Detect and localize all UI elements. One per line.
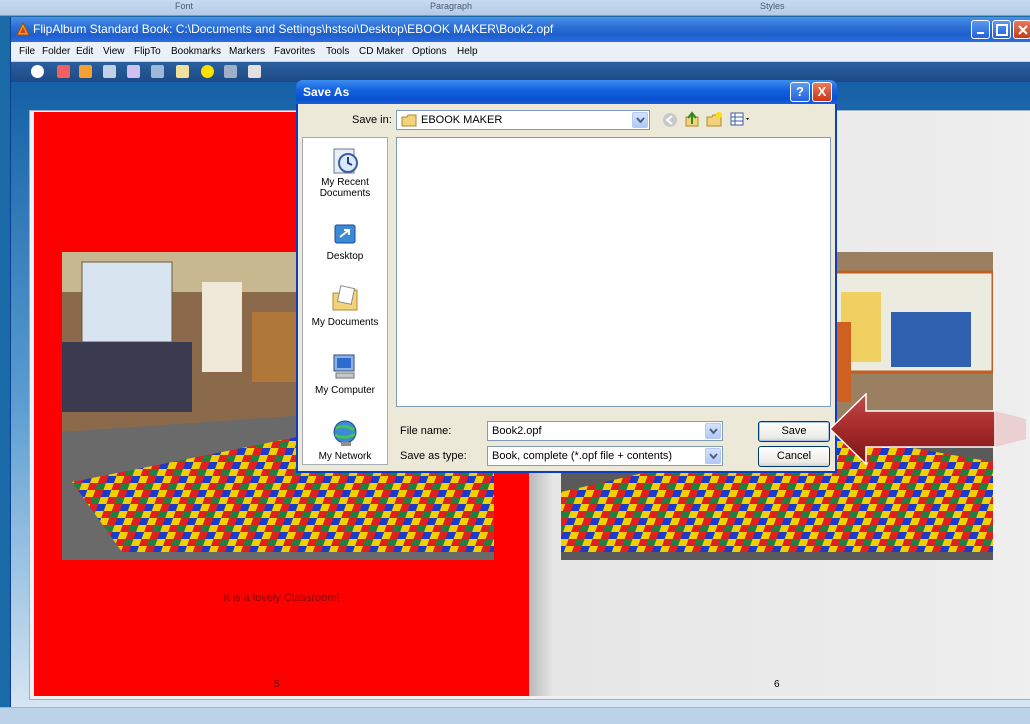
right-page-number: 6 <box>774 679 780 690</box>
minimize-button[interactable] <box>971 20 990 39</box>
menu-tools[interactable]: Tools <box>326 46 349 57</box>
back-icon[interactable] <box>662 112 678 128</box>
maximize-icon <box>996 24 1008 36</box>
place-label: My Network <box>318 451 372 462</box>
views-menu-icon[interactable] <box>730 112 752 127</box>
pen-icon[interactable] <box>224 65 237 78</box>
my-computer-icon <box>333 354 355 379</box>
window-title: FlipAlbum Standard Book: C:\Documents an… <box>33 22 554 36</box>
left-page-number: 5 <box>274 679 280 690</box>
save-as-type-value: Book, complete (*.opf file + contents) <box>492 450 673 462</box>
flip-icon[interactable] <box>127 65 140 78</box>
menu-bookmarks[interactable]: Bookmarks <box>171 46 221 57</box>
chevron-down-icon[interactable] <box>632 112 648 128</box>
place-my-computer[interactable]: My Computer <box>303 352 387 396</box>
place-my-recent-documents[interactable]: My Recent Documents <box>303 146 387 199</box>
place-desktop[interactable]: Desktop <box>303 222 387 262</box>
menu-favorites[interactable]: Favorites <box>274 46 315 57</box>
places-bar: My Recent Documents Desktop My Documents… <box>302 137 388 465</box>
folder-icon <box>401 114 417 127</box>
save-in-value: EBOOK MAKER <box>421 114 503 126</box>
menu-file[interactable]: File <box>19 46 35 57</box>
file-name-value: Book2.opf <box>492 425 542 437</box>
dialog-close-button[interactable]: X <box>812 82 832 102</box>
my-network-icon <box>333 420 357 446</box>
minimize-icon <box>977 32 984 34</box>
dialog-title: Save As <box>303 85 350 99</box>
flipalbum-app-icon <box>16 21 30 36</box>
menu-help[interactable]: Help <box>457 46 478 57</box>
page-red-icon[interactable] <box>57 65 70 78</box>
my-documents-icon <box>332 285 358 311</box>
menu-flipto[interactable]: FlipTo <box>134 46 161 57</box>
new-folder-icon[interactable] <box>706 111 723 128</box>
file-list[interactable] <box>396 137 831 407</box>
recent-documents-icon <box>333 148 358 174</box>
pages-icon[interactable] <box>79 65 92 78</box>
file-name-input[interactable]: Book2.opf <box>487 421 723 441</box>
close-window-button[interactable] <box>1013 20 1030 39</box>
grid-icon[interactable] <box>151 65 164 78</box>
save-as-type-dropdown[interactable]: Book, complete (*.opf file + contents) <box>487 446 723 466</box>
close-icon: X <box>817 84 827 99</box>
save-in-dropdown[interactable]: EBOOK MAKER <box>396 110 650 130</box>
save-in-label: Save in: <box>352 114 392 126</box>
place-label: Desktop <box>326 251 364 262</box>
index-icon[interactable] <box>103 65 116 78</box>
place-label: My Documents <box>311 317 379 328</box>
dialog-help-button[interactable]: ? <box>790 82 810 102</box>
page-caption: It is a lovely Classroom! <box>223 592 340 604</box>
window-titlebar[interactable]: FlipAlbum Standard Book: C:\Documents an… <box>11 17 1030 42</box>
menu-view[interactable]: View <box>103 46 125 57</box>
close-icon <box>1018 25 1028 35</box>
book-icon[interactable] <box>248 65 261 78</box>
place-label: My Recent Documents <box>319 177 371 199</box>
save-button[interactable]: Save <box>758 421 830 442</box>
menu-markers[interactable]: Markers <box>229 46 265 57</box>
print-icon[interactable] <box>176 65 189 78</box>
up-folder-icon[interactable] <box>684 111 700 128</box>
background-ribbon: Font Paragraph Styles <box>0 0 1030 16</box>
chevron-down-icon[interactable] <box>705 423 721 439</box>
maximize-button[interactable] <box>992 20 1011 39</box>
eye-icon[interactable] <box>31 65 44 78</box>
ribbon-label-paragraph: Paragraph <box>430 1 473 11</box>
chevron-down-icon[interactable] <box>705 448 721 464</box>
ribbon-label-styles: Styles <box>760 1 785 11</box>
cancel-button[interactable]: Cancel <box>758 446 830 467</box>
add-icon[interactable] <box>201 65 214 78</box>
file-name-label: File name: <box>400 425 452 437</box>
menu-options[interactable]: Options <box>412 46 446 57</box>
toolbar <box>11 62 1030 82</box>
save-as-type-label: Save as type: <box>400 450 467 462</box>
status-bar <box>0 707 1030 724</box>
pointer-arrow-icon <box>830 393 1026 465</box>
dialog-titlebar[interactable]: Save As ? X <box>296 80 837 104</box>
place-my-network[interactable]: My Network <box>303 418 387 462</box>
menu-edit[interactable]: Edit <box>76 46 93 57</box>
ribbon-label-font: Font <box>175 1 194 11</box>
menu-folder[interactable]: Folder <box>42 46 70 57</box>
save-as-dialog: Save As ? X Save in: EBOOK MAKER My Rece… <box>296 80 837 473</box>
help-icon: ? <box>796 84 804 99</box>
menu-bar: File Folder Edit View FlipTo Bookmarks M… <box>11 42 1030 62</box>
desktop-icon <box>334 224 356 244</box>
place-label: My Computer <box>314 385 375 396</box>
place-my-documents[interactable]: My Documents <box>303 284 387 328</box>
menu-cd-maker[interactable]: CD Maker <box>359 46 404 57</box>
